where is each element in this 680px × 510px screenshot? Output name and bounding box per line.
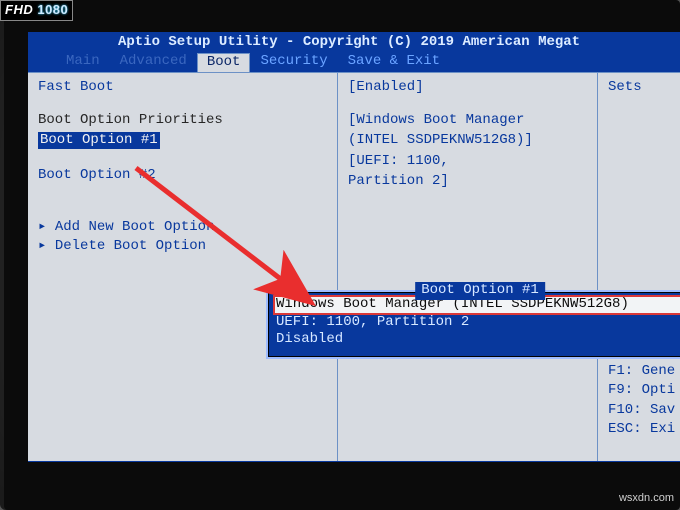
- value-fast-boot: [Enabled]: [348, 79, 589, 97]
- menu-tabs: Main Advanced Boot Security Save & Exit: [28, 52, 680, 72]
- key-hint-esc: ESC: Exi: [608, 421, 672, 439]
- item-boot-option-1[interactable]: Boot Option #1: [38, 132, 160, 150]
- value-boot-option-2-l1: [UEFI: 1100,: [348, 153, 589, 171]
- key-hint-f10: F10: Sav: [608, 402, 672, 420]
- tab-security[interactable]: Security: [250, 52, 337, 72]
- boot-option-popup: Boot Option #1 Windows Boot Manager (INT…: [266, 290, 680, 359]
- fhd-res: 1080: [37, 2, 68, 17]
- body-panels: Fast Boot Boot Option Priorities Boot Op…: [28, 72, 680, 461]
- heading-boot-priorities: Boot Option Priorities: [38, 112, 329, 130]
- value-boot-option-1-l2: (INTEL SSDPEKNW512G8)]: [348, 132, 589, 150]
- header-title: Aptio Setup Utility - Copyright (C) 2019…: [28, 32, 680, 52]
- value-boot-option-2-l2: Partition 2]: [348, 173, 589, 191]
- help-text: Sets: [608, 79, 672, 97]
- watermark: wsxdn.com: [619, 492, 674, 506]
- popup-title: Boot Option #1: [415, 282, 545, 300]
- help-panel: Sets +/-: Change F1: Gene F9: Opti F10: …: [598, 73, 680, 461]
- fhd-badge: FHD 1080: [0, 0, 73, 21]
- key-hint-f1: F1: Gene: [608, 363, 672, 381]
- tab-main[interactable]: Main: [56, 52, 110, 72]
- photo-background: FHD 1080 Aptio Setup Utility - Copyright…: [0, 0, 680, 510]
- tab-boot[interactable]: Boot: [197, 53, 251, 72]
- item-fast-boot[interactable]: Fast Boot: [38, 79, 329, 97]
- tab-save-exit[interactable]: Save & Exit: [338, 52, 450, 72]
- popup-option-uefi-1100[interactable]: UEFI: 1100, Partition 2: [274, 314, 680, 332]
- left-panel: Fast Boot Boot Option Priorities Boot Op…: [28, 73, 338, 461]
- popup-option-disabled[interactable]: Disabled: [274, 331, 680, 349]
- item-boot-option-2[interactable]: Boot Option #2: [38, 167, 329, 185]
- value-boot-option-1-l1: [Windows Boot Manager: [348, 112, 589, 130]
- item-delete-boot-option[interactable]: Delete Boot Option: [38, 238, 329, 256]
- values-panel: [Enabled] [Windows Boot Manager (INTEL S…: [338, 73, 598, 461]
- monitor-bezel: Aptio Setup Utility - Copyright (C) 2019…: [4, 0, 680, 510]
- key-hint-f9: F9: Opti: [608, 382, 672, 400]
- fhd-label: FHD: [5, 2, 33, 17]
- bios-screen: Aptio Setup Utility - Copyright (C) 2019…: [28, 32, 680, 462]
- item-add-boot-option[interactable]: Add New Boot Option: [38, 219, 329, 237]
- tab-advanced[interactable]: Advanced: [110, 52, 197, 72]
